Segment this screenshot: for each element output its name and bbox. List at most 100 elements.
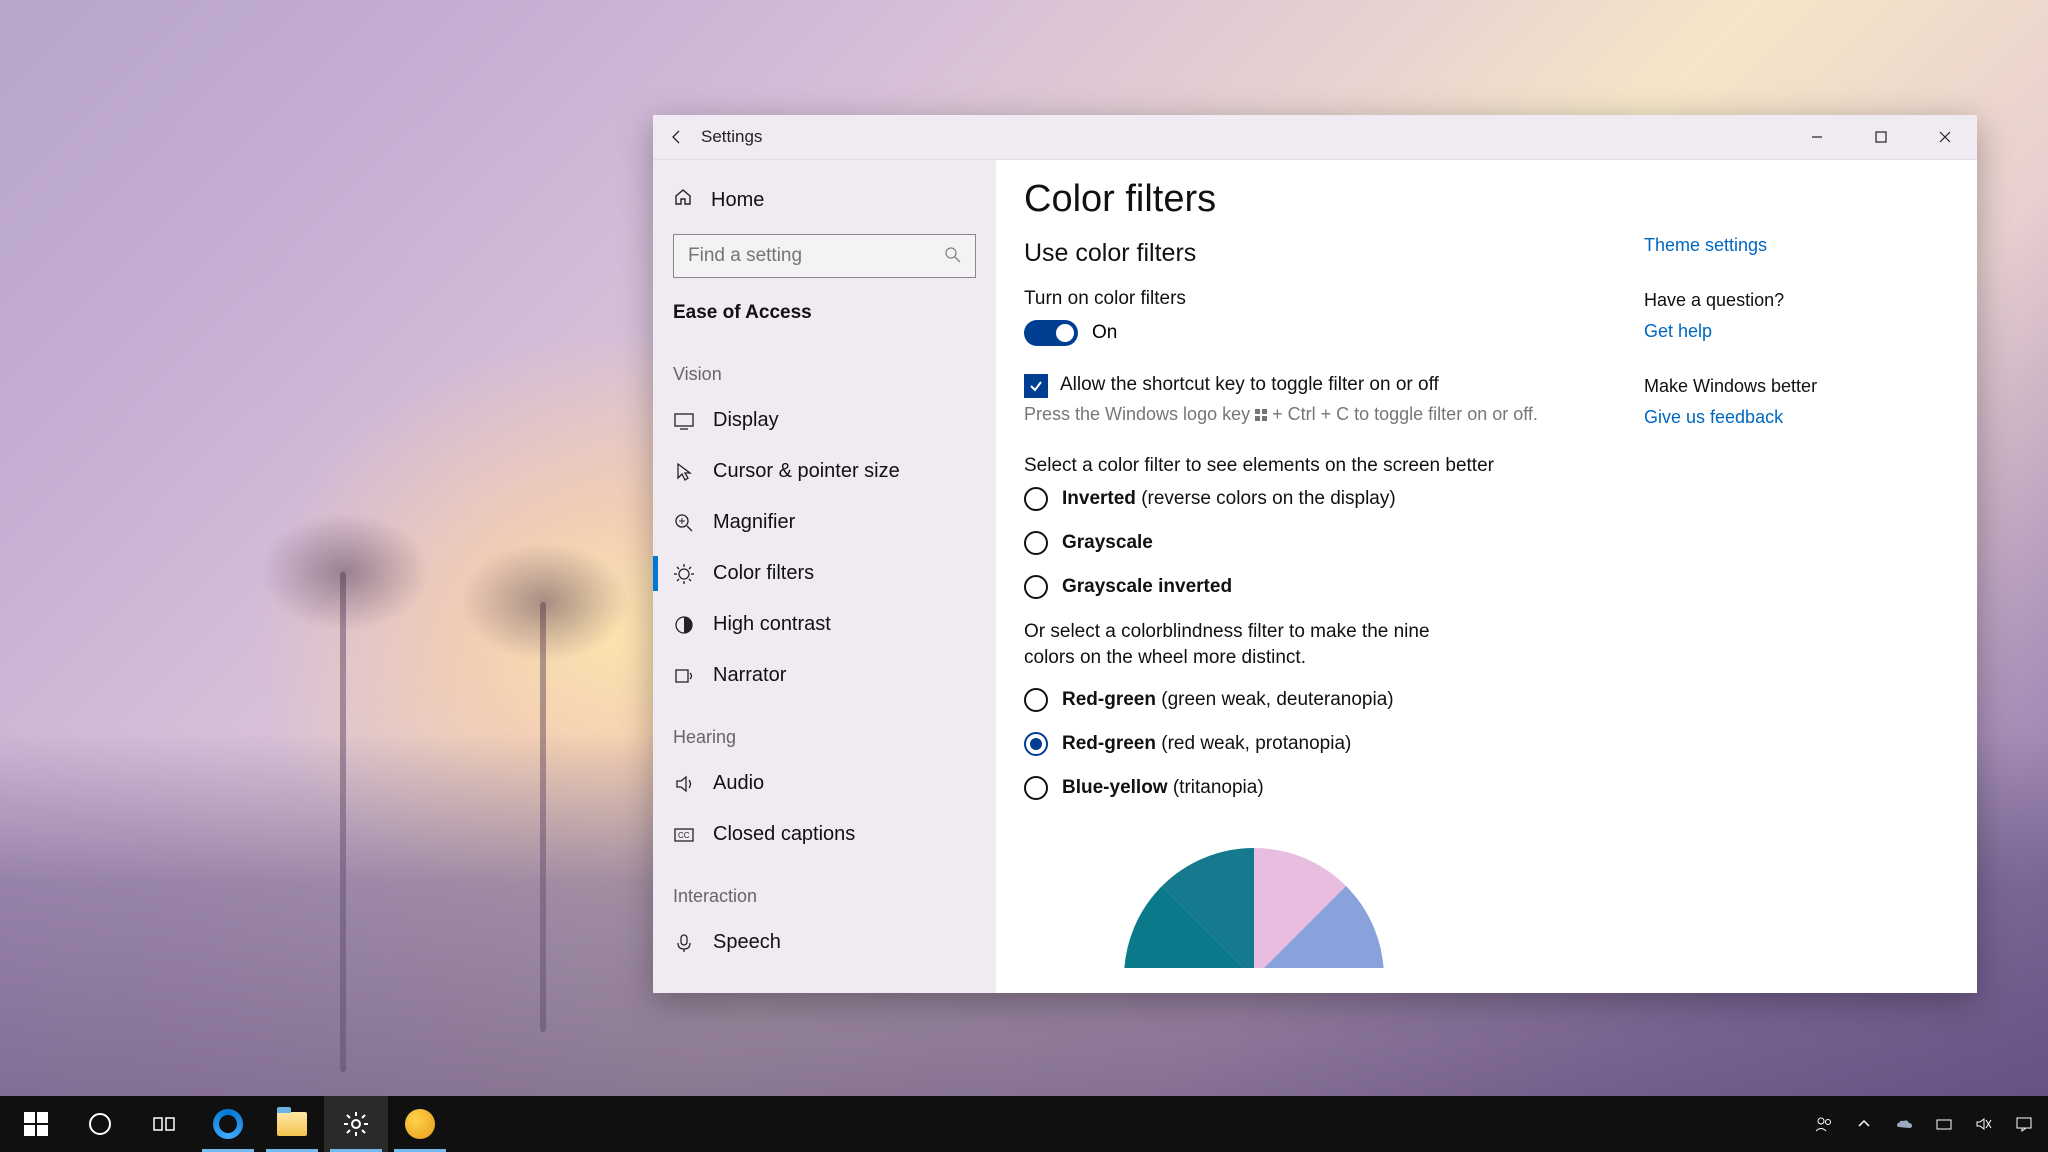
radio-inverted[interactable]: Inverted (reverse colors on the display) bbox=[1024, 487, 1644, 511]
color-filter-toggle[interactable] bbox=[1024, 320, 1078, 346]
nav-audio[interactable]: Audio bbox=[653, 758, 996, 809]
shortcut-label: Allow the shortcut key to toggle filter … bbox=[1060, 374, 1439, 396]
nav-narrator[interactable]: Narrator bbox=[653, 650, 996, 701]
nav-color-filters[interactable]: Color filters bbox=[653, 548, 996, 599]
radio-icon bbox=[1024, 776, 1048, 800]
taskbar bbox=[0, 1096, 2048, 1152]
theme-settings-link[interactable]: Theme settings bbox=[1644, 232, 1844, 259]
narrator-icon bbox=[673, 665, 695, 687]
tray-people[interactable] bbox=[1804, 1096, 1844, 1152]
display-icon bbox=[673, 410, 695, 432]
paint-icon bbox=[405, 1109, 435, 1139]
nav-label: Speech bbox=[713, 931, 781, 954]
radio-text: Red-green bbox=[1062, 733, 1156, 754]
better-header: Make Windows better bbox=[1644, 373, 1844, 400]
settings-window: Settings Home Ease of Access Vision Disp… bbox=[653, 115, 1977, 993]
nav-display[interactable]: Display bbox=[653, 395, 996, 446]
section-header: Ease of Access bbox=[653, 296, 996, 338]
gear-icon bbox=[342, 1110, 370, 1138]
wallpaper-decor bbox=[340, 572, 346, 1072]
search-input[interactable] bbox=[673, 234, 976, 278]
windows-key-icon bbox=[1254, 408, 1268, 422]
radio-icon bbox=[1024, 688, 1048, 712]
taskbar-settings[interactable] bbox=[324, 1096, 388, 1152]
radio-text: Grayscale inverted bbox=[1062, 576, 1232, 597]
back-button[interactable] bbox=[653, 115, 701, 160]
toggle-state: On bbox=[1092, 322, 1117, 344]
mic-icon bbox=[673, 932, 695, 954]
magnifier-icon bbox=[673, 512, 695, 534]
toggle-title: Turn on color filters bbox=[1024, 288, 1644, 310]
task-view-button[interactable] bbox=[132, 1096, 196, 1152]
radio-icon bbox=[1024, 487, 1048, 511]
cortana-button[interactable] bbox=[68, 1096, 132, 1152]
cc-icon: CC bbox=[673, 824, 695, 846]
page-title: Color filters bbox=[1024, 178, 1644, 221]
nav-label: High contrast bbox=[713, 613, 831, 636]
group-interaction: Interaction bbox=[653, 860, 996, 917]
folder-icon bbox=[277, 1112, 307, 1136]
radio-grayscale-inverted[interactable]: Grayscale inverted bbox=[1024, 575, 1644, 599]
tray-onedrive[interactable] bbox=[1884, 1096, 1924, 1152]
feedback-link[interactable]: Give us feedback bbox=[1644, 404, 1844, 431]
radio-icon bbox=[1024, 531, 1048, 555]
radio-deuteranopia[interactable]: Red-green (green weak, deuteranopia) bbox=[1024, 688, 1644, 712]
radio-icon bbox=[1024, 575, 1048, 599]
radio-text: Inverted bbox=[1062, 488, 1136, 509]
nav-magnifier[interactable]: Magnifier bbox=[653, 497, 996, 548]
taskbar-edge[interactable] bbox=[196, 1096, 260, 1152]
group-vision: Vision bbox=[653, 338, 996, 395]
radio-text: Blue-yellow bbox=[1062, 777, 1168, 798]
audio-icon bbox=[673, 773, 695, 795]
edge-icon bbox=[213, 1109, 243, 1139]
home-nav[interactable]: Home bbox=[653, 174, 996, 226]
get-help-link[interactable]: Get help bbox=[1644, 318, 1844, 345]
question-header: Have a question? bbox=[1644, 287, 1844, 314]
taskbar-paint[interactable] bbox=[388, 1096, 452, 1152]
minimize-button[interactable] bbox=[1785, 115, 1849, 160]
nav-label: Cursor & pointer size bbox=[713, 460, 900, 483]
radio-tritanopia[interactable]: Blue-yellow (tritanopia) bbox=[1024, 776, 1644, 800]
window-title: Settings bbox=[701, 127, 762, 147]
sidebar: Home Ease of Access Vision Display Curso… bbox=[653, 160, 996, 993]
right-rail: Theme settings Have a question? Get help… bbox=[1644, 178, 1844, 993]
wallpaper-decor bbox=[540, 602, 546, 1032]
nav-label: Narrator bbox=[713, 664, 786, 687]
titlebar: Settings bbox=[653, 115, 1977, 160]
tray-input[interactable] bbox=[1924, 1096, 1964, 1152]
select-filter-label: Select a color filter to see elements on… bbox=[1024, 455, 1644, 477]
start-button[interactable] bbox=[4, 1096, 68, 1152]
nav-label: Closed captions bbox=[713, 823, 855, 846]
home-icon bbox=[673, 187, 693, 213]
nav-high-contrast[interactable]: High contrast bbox=[653, 599, 996, 650]
shortcut-hint: Press the Windows logo key + Ctrl + C to… bbox=[1024, 404, 1644, 425]
nav-label: Magnifier bbox=[713, 511, 795, 534]
close-button[interactable] bbox=[1913, 115, 1977, 160]
radio-text: Red-green bbox=[1062, 689, 1156, 710]
taskbar-explorer[interactable] bbox=[260, 1096, 324, 1152]
color-filters-icon bbox=[673, 563, 695, 585]
color-wheel-preview bbox=[1104, 828, 1404, 968]
nav-cursor[interactable]: Cursor & pointer size bbox=[653, 446, 996, 497]
nav-label: Display bbox=[713, 409, 779, 432]
shortcut-checkbox[interactable] bbox=[1024, 374, 1048, 398]
cursor-icon bbox=[673, 461, 695, 483]
group-hearing: Hearing bbox=[653, 701, 996, 758]
radio-text: Grayscale bbox=[1062, 532, 1153, 553]
main-content: Color filters Use color filters Turn on … bbox=[996, 160, 1977, 993]
radio-grayscale[interactable]: Grayscale bbox=[1024, 531, 1644, 555]
nav-label: Color filters bbox=[713, 562, 814, 585]
tray-volume[interactable] bbox=[1964, 1096, 2004, 1152]
home-label: Home bbox=[711, 189, 764, 212]
maximize-button[interactable] bbox=[1849, 115, 1913, 160]
tray-chevron[interactable] bbox=[1844, 1096, 1884, 1152]
subhead: Use color filters bbox=[1024, 239, 1644, 268]
nav-speech[interactable]: Speech bbox=[653, 917, 996, 968]
tray-action-center[interactable] bbox=[2004, 1096, 2044, 1152]
contrast-icon bbox=[673, 614, 695, 636]
cb-label: Or select a colorblindness filter to mak… bbox=[1024, 619, 1464, 670]
svg-text:CC: CC bbox=[678, 831, 690, 840]
nav-closed-captions[interactable]: CC Closed captions bbox=[653, 809, 996, 860]
radio-icon bbox=[1024, 732, 1048, 756]
radio-protanopia[interactable]: Red-green (red weak, protanopia) bbox=[1024, 732, 1644, 756]
